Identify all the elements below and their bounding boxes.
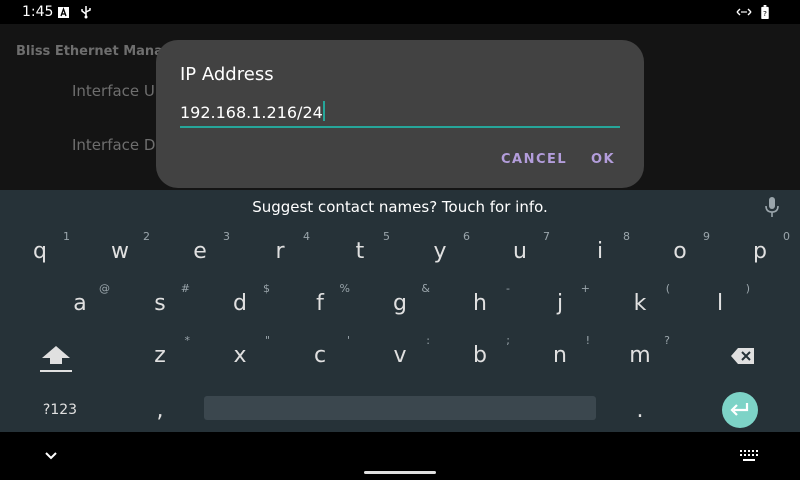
symbols-key-label: ?123 <box>42 402 78 418</box>
suggestion-strip[interactable]: Suggest contact names? Touch for info. <box>0 190 800 225</box>
key-l[interactable]: l) <box>680 278 760 330</box>
key-z[interactable]: z * <box>120 330 200 382</box>
comma-key-label: , <box>156 398 164 423</box>
keyboard: q1w2e3r4t5y6u7i8o9p0 a @ s # d $ f% g & h - j + k(l) … <box>0 224 800 432</box>
text-cursor <box>322 101 325 121</box>
interface-up-item[interactable]: Interface Up <box>72 82 164 100</box>
key-hint: 2 <box>143 230 150 243</box>
shift-key[interactable] <box>16 332 96 384</box>
key-hint: 5 <box>383 230 390 243</box>
key-hint: @ <box>99 282 110 295</box>
cancel-button[interactable]: CANCEL <box>501 152 567 167</box>
key-o[interactable]: o9 <box>640 226 720 278</box>
key-b[interactable]: b; <box>440 330 520 382</box>
key-hint: : <box>426 334 430 347</box>
key-j[interactable]: j + <box>520 278 600 330</box>
key-hint: - <box>506 282 510 295</box>
status-bar: 1:45 ? <box>0 0 800 24</box>
key-p[interactable]: p0 <box>720 226 800 278</box>
period-key-label: . <box>636 398 644 423</box>
key-hint: 8 <box>623 230 630 243</box>
ethernet-icon <box>736 8 752 16</box>
comma-key[interactable]: , <box>120 384 200 436</box>
usb-icon <box>81 6 91 19</box>
key-hint: 7 <box>543 230 550 243</box>
svg-text:?: ? <box>763 9 767 18</box>
notification-a-icon <box>58 7 69 18</box>
key-t[interactable]: t5 <box>320 226 400 278</box>
key-a[interactable]: a @ <box>40 278 120 330</box>
key-hint: ? <box>664 334 670 347</box>
key-w[interactable]: w2 <box>80 226 160 278</box>
key-s[interactable]: s # <box>120 278 200 330</box>
symbols-key[interactable]: ?123 <box>20 384 100 436</box>
ok-button[interactable]: OK <box>591 152 615 167</box>
key-hint: # <box>180 282 190 295</box>
key-hint: " <box>264 334 270 347</box>
enter-key[interactable] <box>722 392 758 428</box>
key-hint: ( <box>665 282 670 295</box>
navigation-bar <box>0 432 800 480</box>
key-hint: * <box>184 334 191 347</box>
space-key[interactable] <box>204 396 596 420</box>
key-v[interactable]: v: <box>360 330 440 382</box>
key-hint: 6 <box>463 230 470 243</box>
ip-address-dialog: IP Address 192.168.1.216/24 CANCEL OK <box>156 40 644 188</box>
ip-address-value: 192.168.1.216/24 <box>180 103 323 122</box>
suggestion-text[interactable]: Suggest contact names? Touch for info. <box>0 198 800 216</box>
status-time: 1:45 <box>22 4 54 20</box>
hide-keyboard-icon[interactable] <box>44 451 58 461</box>
key-hint: & <box>421 282 430 295</box>
key-hint: 3 <box>223 230 230 243</box>
dialog-title: IP Address <box>180 64 274 85</box>
key-y[interactable]: y6 <box>400 226 480 278</box>
period-key[interactable]: . <box>600 384 680 436</box>
home-handle[interactable] <box>364 471 436 474</box>
key-hint: $ <box>263 282 270 295</box>
key-hint: ; <box>506 334 510 347</box>
key-e[interactable]: e3 <box>160 226 240 278</box>
battery-icon: ? <box>761 5 769 19</box>
backspace-icon <box>731 348 754 364</box>
key-r[interactable]: r4 <box>240 226 320 278</box>
key-f[interactable]: f% <box>280 278 360 330</box>
key-hint: 9 <box>703 230 710 243</box>
shift-icon <box>40 346 72 372</box>
key-x[interactable]: x " <box>200 330 280 382</box>
backspace-key[interactable] <box>704 332 784 384</box>
key-hint: % <box>339 282 350 295</box>
key-g[interactable]: g & <box>360 278 440 330</box>
key-c[interactable]: c ' <box>280 330 360 382</box>
key-hint: 0 <box>783 230 790 243</box>
key-h[interactable]: h- <box>440 278 520 330</box>
ip-address-input[interactable]: 192.168.1.216/24 <box>180 100 620 128</box>
keyboard-switcher-icon[interactable] <box>740 450 758 462</box>
key-m[interactable]: m? <box>600 330 680 382</box>
key-hint: ) <box>745 282 750 295</box>
enter-icon <box>730 403 749 416</box>
key-i[interactable]: i8 <box>560 226 640 278</box>
key-d[interactable]: d $ <box>200 278 280 330</box>
key-q[interactable]: q1 <box>0 226 80 278</box>
key-hint: 4 <box>303 230 310 243</box>
key-hint: + <box>580 282 590 295</box>
key-hint: 1 <box>63 230 70 243</box>
key-hint: ' <box>346 334 350 347</box>
key-n[interactable]: n! <box>520 330 600 382</box>
key-u[interactable]: u7 <box>480 226 560 278</box>
key-hint: ! <box>585 334 590 347</box>
key-k[interactable]: k( <box>600 278 680 330</box>
microphone-icon[interactable] <box>764 196 780 218</box>
